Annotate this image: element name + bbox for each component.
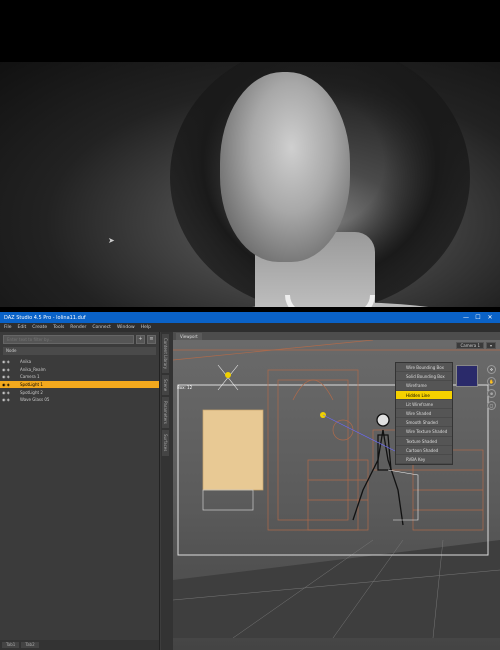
- scene-search-row: + ≡: [3, 335, 156, 344]
- menu-help[interactable]: Help: [141, 325, 151, 330]
- draw-style-option[interactable]: Solid Bounding Box: [396, 372, 452, 382]
- viewport-canvas[interactable]: Box: 12 Camera 1 ▾ Wire Bounding Box Sol…: [173, 340, 500, 650]
- orbit-icon[interactable]: ✥: [487, 365, 496, 374]
- tree-item-label: SpotLight 1: [20, 382, 43, 388]
- draw-style-select[interactable]: ▾: [485, 342, 496, 349]
- menu-create[interactable]: Create: [32, 325, 47, 330]
- camera-frame-label: Box: 12: [177, 385, 193, 390]
- tree-item-label: SpotLight 2: [20, 389, 43, 395]
- portrait-render: ➤: [0, 62, 500, 307]
- face: [220, 72, 350, 262]
- render-preview: ➤: [0, 0, 500, 312]
- visibility-eye-icon[interactable]: ◉ ◈: [0, 390, 18, 395]
- scene-column-header: Node: [3, 347, 156, 355]
- draw-style-option-selected[interactable]: Hidden Line: [396, 390, 452, 400]
- tree-item-label: Camera 1: [20, 374, 40, 380]
- navigation-controls: ✥ ✋ ⊕ ▢: [487, 365, 497, 410]
- footer-tab[interactable]: Tab2: [21, 642, 39, 648]
- scene-pane: + ≡ Node ◉ ◈ Anika ◉ ◈ Anika_Realm ◉ ◈ C…: [0, 332, 160, 650]
- title-bar: DAZ Studio 4.5 Pro - lolina11.duf — ☐ ✕: [0, 312, 500, 323]
- add-icon[interactable]: +: [136, 335, 145, 344]
- draw-style-option[interactable]: RVBA Key: [396, 455, 452, 465]
- visibility-eye-icon[interactable]: ◉ ◈: [0, 382, 18, 387]
- tab-parameters[interactable]: Parameters: [162, 397, 169, 429]
- draw-style-option[interactable]: Cartoon Shaded: [396, 446, 452, 455]
- menu-window[interactable]: Window: [117, 325, 135, 330]
- tab-content-library[interactable]: Content Library: [162, 334, 169, 374]
- menu-file[interactable]: File: [4, 325, 12, 330]
- visibility-eye-icon[interactable]: ◉ ◈: [0, 359, 18, 364]
- draw-style-option[interactable]: Wire Bounding Box: [396, 363, 452, 373]
- tab-scene[interactable]: Scene: [162, 375, 169, 396]
- vertical-tabs: Content Library Scene Parameters Surface…: [161, 332, 173, 650]
- scene-search-input[interactable]: [3, 335, 134, 344]
- main-area: + ≡ Node ◉ ◈ Anika ◉ ◈ Anika_Realm ◉ ◈ C…: [0, 332, 500, 650]
- draw-style-option[interactable]: Lit Wireframe: [396, 400, 452, 409]
- viewport-toolbar: Camera 1 ▾: [456, 342, 496, 349]
- scene-tree: ◉ ◈ Anika ◉ ◈ Anika_Realm ◉ ◈ Camera 1 ◉…: [0, 358, 159, 404]
- pan-icon[interactable]: ✋: [487, 377, 496, 386]
- tree-row-selected[interactable]: ◉ ◈ SpotLight 1: [0, 380, 159, 389]
- viewport-pane: Viewport Box: 12 Camera 1 ▾ Wire Boundin…: [173, 332, 500, 650]
- minimize-button[interactable]: —: [460, 314, 472, 321]
- close-button[interactable]: ✕: [484, 314, 496, 321]
- menu-edit[interactable]: Edit: [18, 325, 27, 330]
- tree-row[interactable]: ◉ ◈ Anika: [0, 358, 159, 366]
- daz-studio-window: DAZ Studio 4.5 Pro - lolina11.duf — ☐ ✕ …: [0, 312, 500, 650]
- menu-bar: File Edit Create Tools Render Connect Wi…: [0, 323, 500, 332]
- tree-row[interactable]: ◉ ◈ Anika_Realm: [0, 366, 159, 374]
- tree-row[interactable]: ◉ ◈ SpotLight 2: [0, 388, 159, 396]
- visibility-eye-icon[interactable]: ◉ ◈: [0, 397, 18, 402]
- view-cube-icon[interactable]: [456, 365, 478, 387]
- visibility-eye-icon[interactable]: ◉ ◈: [0, 367, 18, 372]
- draw-style-option[interactable]: Wireframe: [396, 381, 452, 391]
- draw-style-option[interactable]: Wire Shaded: [396, 409, 452, 419]
- visibility-eye-icon[interactable]: ◉ ◈: [0, 374, 18, 379]
- choker: [285, 295, 375, 307]
- window-title: DAZ Studio 4.5 Pro - lolina11.duf: [4, 314, 86, 321]
- draw-style-option[interactable]: Wire Texture Shaded: [396, 427, 452, 437]
- footer-tab[interactable]: Tab1: [2, 642, 20, 648]
- menu-icon[interactable]: ≡: [147, 335, 156, 344]
- tree-item-label: Anika: [20, 359, 32, 365]
- camera-select[interactable]: Camera 1: [456, 342, 484, 349]
- tree-item-label: Wave Glass 05: [20, 397, 50, 403]
- menu-tools[interactable]: Tools: [53, 325, 64, 330]
- menu-connect[interactable]: Connect: [92, 325, 111, 330]
- maximize-button[interactable]: ☐: [472, 314, 484, 321]
- tree-row[interactable]: ◉ ◈ Camera 1: [0, 373, 159, 381]
- mouse-cursor-icon: ➤: [108, 236, 115, 245]
- tab-surfaces[interactable]: Surfaces: [162, 430, 169, 456]
- scene-footer: Tab1 Tab2: [0, 640, 159, 650]
- tree-row[interactable]: ◉ ◈ Wave Glass 05: [0, 396, 159, 404]
- zoom-icon[interactable]: ⊕: [487, 389, 496, 398]
- tab-viewport[interactable]: Viewport: [176, 333, 202, 340]
- menu-render[interactable]: Render: [70, 325, 86, 330]
- frame-icon[interactable]: ▢: [487, 401, 496, 410]
- draw-style-option[interactable]: Smooth Shaded: [396, 418, 452, 428]
- tree-item-label: Anika_Realm: [20, 366, 46, 372]
- draw-style-menu: Wire Bounding Box Solid Bounding Box Wir…: [395, 362, 453, 466]
- draw-style-option[interactable]: Texture Shaded: [396, 437, 452, 446]
